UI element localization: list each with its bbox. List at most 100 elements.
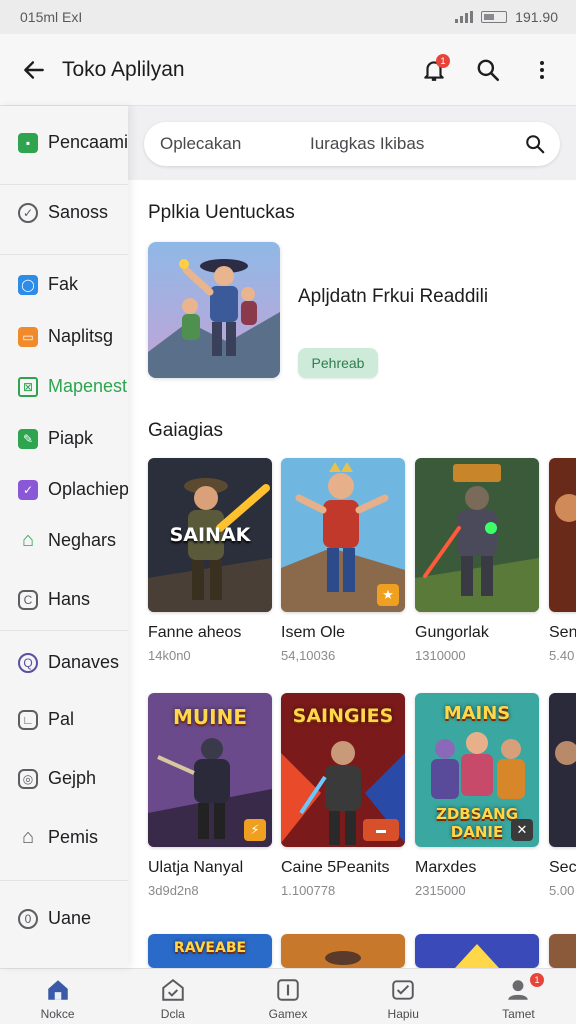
game-card[interactable]: Gungorlak 1310000 xyxy=(415,458,539,663)
drawer-item-label: Piapk xyxy=(48,428,94,448)
game-card[interactable] xyxy=(281,934,405,968)
games-icon xyxy=(277,979,299,1001)
store-icon xyxy=(162,979,184,1001)
drawer-item-label: Pemis xyxy=(48,827,99,847)
drawer-item-11[interactable]: ◎ Gejph xyxy=(18,768,96,789)
game-art-title: SAINAK xyxy=(169,524,251,546)
side-drawer: ▪ Pencaami ✓ Sanoss ◯ Fak ▭ Naplitsg ⊠ M… xyxy=(0,106,128,968)
drawer-item-label: Pencaami xyxy=(48,132,128,152)
featured-chip[interactable]: Pehreab xyxy=(298,348,378,378)
game-card[interactable] xyxy=(549,934,576,968)
game-name: Marxdes xyxy=(415,859,477,876)
bolt-badge-icon: ⚡ xyxy=(244,819,266,841)
game-card[interactable]: SAINAK Fanne aheos 14k0n0 xyxy=(148,458,272,663)
more-vert-icon xyxy=(540,60,544,79)
game-card[interactable] xyxy=(415,934,539,968)
game-name: Ulatja Nanyal xyxy=(148,859,244,876)
tab-2[interactable]: Gamex xyxy=(230,969,345,1024)
drawer-item-10[interactable]: ∟ Pal xyxy=(18,709,74,730)
game-thumbnail xyxy=(281,934,405,968)
game-card[interactable]: MAINS ZDBSANG DANIE ✕ Marxdes 2315000 xyxy=(415,693,539,898)
game-card[interactable]: MUINE ⚡ Ulatja Nanyal 3d9d2n8 xyxy=(148,693,272,898)
tab-4[interactable]: 1 Tamet xyxy=(461,969,576,1024)
app-bar: Toko Aplilyan 1 xyxy=(0,34,576,106)
drawer-item-2[interactable]: ◯ Fak xyxy=(18,274,78,295)
game-name: Sec xyxy=(549,859,576,876)
drawer-item-label: Danaves xyxy=(48,652,120,672)
drawer-item-3[interactable]: ▭ Naplitsg xyxy=(18,326,113,347)
featured-app-image[interactable] xyxy=(148,242,280,378)
notifications-button[interactable]: 1 xyxy=(416,52,452,88)
game-card[interactable]: Sen 5.40 xyxy=(549,458,576,663)
game-thumbnail: RAVEABE xyxy=(148,934,272,968)
game-meta: 5.40 xyxy=(549,648,575,663)
tag-badge-icon: ▬ xyxy=(363,819,399,841)
tab-1[interactable]: Dcla xyxy=(115,969,230,1024)
user-icon: 0 xyxy=(18,908,38,929)
game-thumbnail: SAINAK xyxy=(148,458,272,612)
drawer-item-label: Hans xyxy=(48,589,91,609)
drawer-item-label: Fak xyxy=(48,274,79,294)
game-art-title: MUINE xyxy=(173,705,247,729)
game-card[interactable]: RAVEABE xyxy=(148,934,272,968)
star-badge-icon: ★ xyxy=(377,584,399,606)
drawer-item-8[interactable]: C Hans xyxy=(18,589,90,610)
tab-3[interactable]: Hapiu xyxy=(346,969,461,1024)
drawer-item-label: Naplitsg xyxy=(48,326,114,346)
more-button[interactable] xyxy=(524,52,560,88)
game-meta: 54,10036 xyxy=(281,648,336,663)
game-card[interactable]: Sec 5.00 xyxy=(549,693,576,898)
game-name: Fanne aheos xyxy=(148,624,242,641)
game-art-title: MAINS xyxy=(443,703,511,724)
game-art-title: SAINGIES xyxy=(292,705,394,727)
game-meta: 1310000 xyxy=(415,648,466,663)
tab-label: Dcla xyxy=(160,1007,185,1021)
drawer-item-0[interactable]: ▪ Pencaami xyxy=(18,132,128,153)
page-title: Toko Aplilyan xyxy=(62,57,185,81)
search-button[interactable] xyxy=(470,52,506,88)
drawer-item-7[interactable]: ⌂ Neghars xyxy=(18,529,117,551)
game-name: Gungorlak xyxy=(415,624,489,641)
game-card[interactable]: ★ Isem Ole 54,10036 xyxy=(281,458,405,663)
game-thumbnail: MAINS ZDBSANG DANIE ✕ xyxy=(415,693,539,847)
status-left: 015ml ExI xyxy=(20,9,83,25)
drawer-item-label: Uane xyxy=(48,908,92,928)
battery-icon xyxy=(481,11,508,23)
drawer-item-13[interactable]: 0 Uane xyxy=(18,908,91,929)
tab-badge: 1 xyxy=(530,973,545,987)
drawer-item-label: Neghars xyxy=(48,530,117,550)
featured-section-title: Pplkia Uentuckas xyxy=(148,202,295,223)
game-art-title: RAVEABE xyxy=(173,940,247,956)
back-button[interactable] xyxy=(16,52,52,88)
game-thumbnail xyxy=(415,458,539,612)
search-icon xyxy=(526,135,545,154)
drawer-item-12[interactable]: ⌂ Pemis xyxy=(18,826,99,848)
drawer-item-1[interactable]: ✓ Sanoss xyxy=(18,202,108,223)
apps-box-icon xyxy=(392,980,414,1000)
search-input[interactable]: Oplecakan Iuragkas Ikibas xyxy=(144,122,560,166)
featured-app-name[interactable]: Apljdatn Frkui Readdili xyxy=(298,286,488,308)
game-thumbnail xyxy=(549,934,576,968)
drawer-item-6[interactable]: ✓ Oplachiep xyxy=(18,479,128,500)
search-placeholder-right: Iuragkas Ikibas xyxy=(310,134,425,153)
drawer-item-label: Gejph xyxy=(48,768,97,788)
history-icon: ✓ xyxy=(18,202,38,223)
drawer-item-4[interactable]: ⊠ Mapenest xyxy=(18,376,127,397)
game-meta: 1.100778 xyxy=(281,883,336,898)
drawer-item-label: Oplachiep xyxy=(48,479,128,499)
game-thumbnail: MUINE ⚡ xyxy=(148,693,272,847)
drawer-divider xyxy=(0,630,128,631)
drawer-item-label: Sanoss xyxy=(48,202,109,222)
game-card[interactable]: SAINGIES ▬ Caine 5Peanits 1.100778 xyxy=(281,693,405,898)
apps-icon: ◯ xyxy=(18,274,38,295)
drawer-item-5[interactable]: ✎ Piapk xyxy=(18,428,93,449)
notification-badge: 1 xyxy=(436,53,450,68)
drawer-item-label: Pal xyxy=(48,709,75,729)
game-thumbnail: ★ xyxy=(281,458,405,612)
main-content: Oplecakan Iuragkas Ikibas Pplkia Uentuck… xyxy=(128,106,576,968)
bottom-nav: Nokce Dcla Gamex Hapiu 1 Tamet xyxy=(0,968,576,1024)
tab-0[interactable]: Nokce xyxy=(0,969,115,1024)
signal-icon xyxy=(455,11,474,23)
tab-label: Hapiu xyxy=(387,1007,419,1021)
drawer-item-9[interactable]: Q Danaves xyxy=(18,652,119,673)
